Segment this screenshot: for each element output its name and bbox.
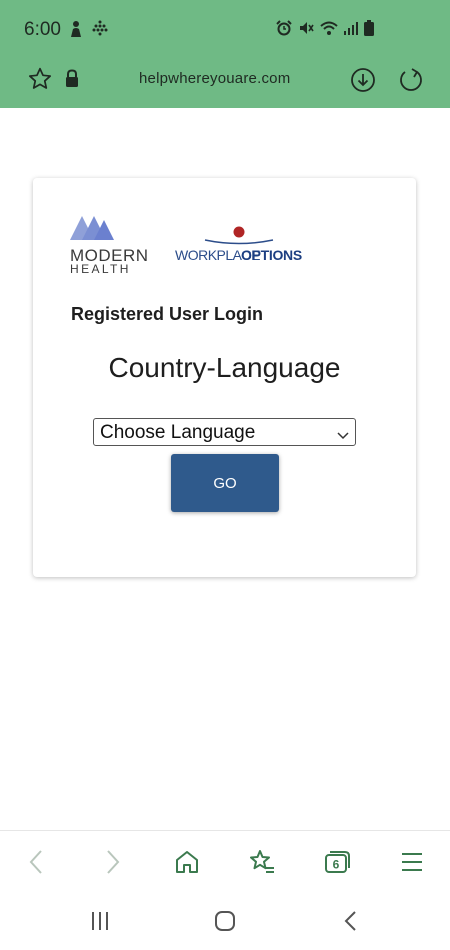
recent-apps-icon[interactable]	[90, 910, 110, 937]
back-nav-icon[interactable]	[343, 910, 359, 937]
back-icon[interactable]	[26, 849, 46, 880]
page-content: MODERN HEALTH WORKPLACE OPTIONS Register…	[0, 108, 450, 830]
battery-icon	[364, 20, 374, 41]
status-left-icons	[68, 20, 108, 43]
dotted-grid-icon	[92, 20, 108, 43]
signal-icon	[344, 20, 358, 41]
forward-icon[interactable]	[103, 849, 123, 880]
tab-count: 6	[333, 858, 340, 872]
workplace-options-wordmark-bold: OPTIONS	[241, 247, 302, 263]
notification-person-icon	[68, 20, 84, 43]
home-icon[interactable]	[174, 849, 200, 880]
login-title: Registered User Login	[71, 304, 264, 324]
status-time: 6:00	[24, 19, 61, 40]
login-card: MODERN HEALTH WORKPLACE OPTIONS Register…	[33, 178, 416, 577]
system-nav-bar	[0, 892, 450, 950]
refresh-icon[interactable]	[397, 66, 425, 99]
modern-health-logo-mark	[70, 214, 116, 245]
mute-icon	[298, 20, 314, 41]
country-language-heading: Country-Language	[108, 352, 341, 383]
bookmark-star-icon[interactable]	[27, 66, 53, 97]
home-nav-icon[interactable]	[214, 910, 236, 937]
modern-health-wordmark-sub: HEALTH	[70, 262, 131, 276]
chevron-down-icon	[337, 427, 349, 445]
lock-icon[interactable]	[64, 69, 80, 94]
language-select[interactable]: Choose Language	[93, 418, 356, 446]
browser-toolbar: 6	[0, 830, 450, 892]
status-right-icons	[276, 20, 374, 41]
download-icon[interactable]	[349, 66, 377, 99]
tabs-icon[interactable]: 6	[323, 849, 351, 880]
bookmarks-icon[interactable]	[248, 849, 276, 880]
menu-icon[interactable]	[400, 849, 424, 880]
go-button[interactable]: GO	[171, 454, 279, 512]
language-select-value: Choose Language	[100, 422, 256, 443]
url-text[interactable]: helpwhereyouare.com	[139, 70, 290, 87]
wifi-icon	[320, 20, 338, 41]
url-bar: helpwhereyouare.com	[0, 60, 450, 108]
status-bar: 6:00	[0, 0, 450, 60]
alarm-icon	[276, 20, 292, 41]
